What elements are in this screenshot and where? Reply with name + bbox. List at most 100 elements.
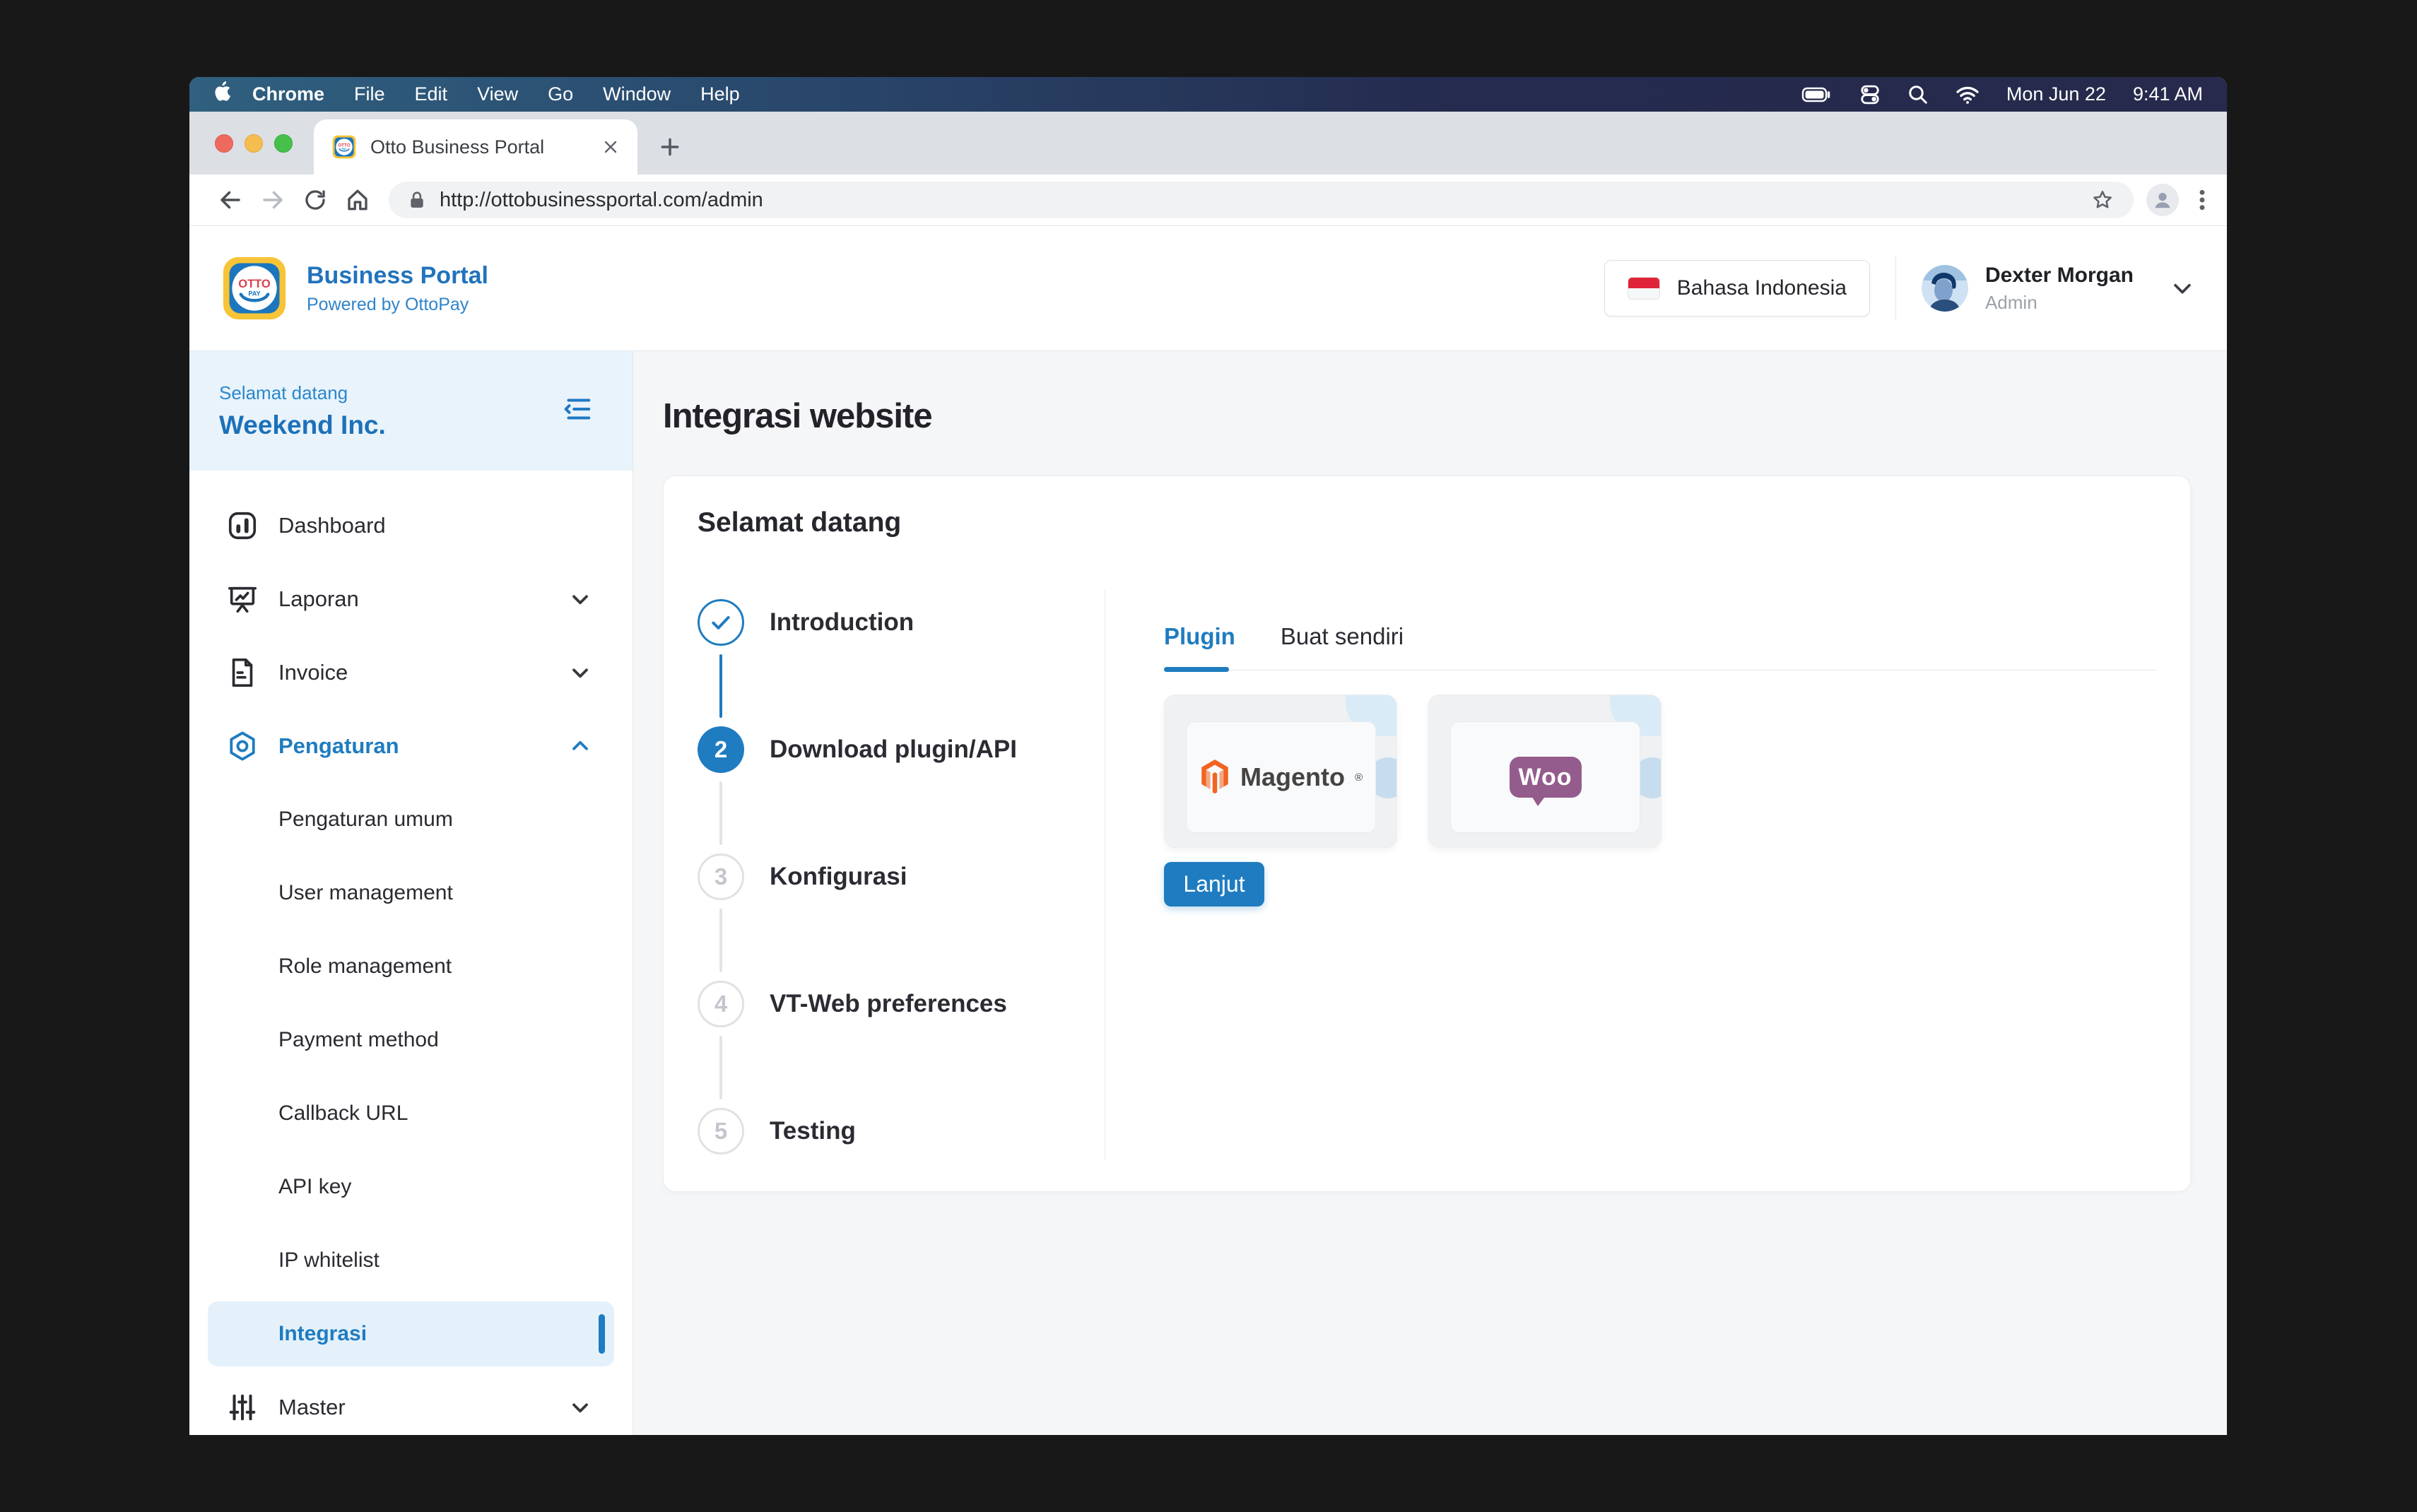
integration-card: Selamat datang Introduction 2 Download p…	[663, 476, 2191, 1192]
woocommerce-logo-text: Woo	[1518, 764, 1572, 791]
tab-close-icon[interactable]	[602, 138, 619, 155]
home-button[interactable]	[336, 179, 379, 221]
menubar-app-name[interactable]: Chrome	[237, 83, 339, 105]
tab-title: Otto Business Portal	[370, 136, 588, 158]
menubar-item-go[interactable]: Go	[533, 83, 588, 105]
page-title: Integrasi website	[663, 396, 2191, 436]
browser-tab[interactable]: OTTOPAY Otto Business Portal	[314, 119, 637, 175]
sidebar-item-invoice[interactable]: Invoice	[189, 636, 633, 709]
step-introduction[interactable]: Introduction	[698, 599, 914, 646]
sidebar-subitem-role-management[interactable]: Role management	[189, 930, 633, 1003]
step-connector	[719, 781, 722, 845]
step-connector	[719, 909, 722, 972]
step-number: 2	[698, 726, 744, 773]
control-center-icon[interactable]	[1859, 84, 1881, 105]
active-indicator	[599, 1314, 605, 1354]
lock-icon[interactable]	[408, 191, 425, 209]
sidebar-subitem-api-key[interactable]: API key	[189, 1150, 633, 1224]
wifi-icon[interactable]	[1956, 85, 1980, 105]
avatar	[1922, 265, 1968, 312]
chevron-up-icon	[568, 733, 593, 759]
sidebar-collapse-icon[interactable]	[560, 393, 593, 429]
invoice-icon	[226, 656, 259, 689]
tab-buat-sendiri[interactable]: Buat sendiri	[1281, 623, 1404, 650]
main-content: Integrasi website Selamat datang Introdu…	[633, 351, 2227, 1435]
indonesia-flag-icon	[1628, 277, 1660, 300]
window-zoom-button[interactable]	[274, 134, 293, 153]
magento-logo-text: Magento	[1240, 762, 1345, 792]
sidebar-item-pengaturan[interactable]: Pengaturan	[189, 709, 633, 783]
sidebar-item-label: Master	[278, 1395, 346, 1420]
header-divider	[1895, 256, 1896, 321]
chevron-down-icon	[568, 1395, 593, 1420]
browser-toolbar: http://ottobusinessportal.com/admin	[189, 175, 2227, 226]
menubar-item-window[interactable]: Window	[588, 83, 686, 105]
tab-plugin[interactable]: Plugin	[1164, 623, 1235, 650]
menubar-item-view[interactable]: View	[462, 83, 533, 105]
dashboard-icon	[226, 509, 259, 542]
user-role: Admin	[1985, 292, 2134, 314]
card-title: Selamat datang	[698, 507, 2156, 538]
back-button[interactable]	[209, 179, 252, 221]
sidebar-subitem-integrasi[interactable]: Integrasi	[208, 1301, 614, 1366]
step-konfigurasi[interactable]: 3 Konfigurasi	[698, 854, 907, 900]
window-close-button[interactable]	[215, 134, 233, 153]
battery-icon[interactable]	[1801, 86, 1833, 103]
sliders-icon	[226, 1391, 259, 1424]
bookmark-star-icon[interactable]	[2091, 189, 2114, 211]
svg-text:PAY: PAY	[248, 290, 260, 297]
step-testing[interactable]: 5 Testing	[698, 1108, 856, 1154]
step-connector	[719, 654, 722, 718]
menubar-item-help[interactable]: Help	[686, 83, 755, 105]
sidebar-subitem-pengaturan-umum[interactable]: Pengaturan umum	[189, 783, 633, 856]
sidebar-item-master[interactable]: Master	[189, 1371, 633, 1435]
subitem-label: Payment method	[278, 1028, 439, 1052]
step-vtweb-preferences[interactable]: 4 VT-Web preferences	[698, 981, 1007, 1027]
new-tab-button[interactable]	[659, 136, 681, 158]
sidebar-item-label: Dashboard	[278, 513, 386, 538]
reload-button[interactable]	[294, 179, 336, 221]
sidebar-welcome-banner: Selamat datang Weekend Inc.	[189, 351, 633, 471]
url-text[interactable]: http://ottobusinessportal.com/admin	[440, 189, 2077, 212]
chevron-down-icon	[568, 660, 593, 685]
subitem-label: Callback URL	[278, 1101, 408, 1126]
sidebar-subitem-user-management[interactable]: User management	[189, 856, 633, 930]
sidebar-item-label: Laporan	[278, 586, 359, 612]
menubar-clock[interactable]: 9:41 AM	[2133, 83, 2203, 105]
mac-screen: Chrome File Edit View Go Window Help Mon…	[189, 77, 2227, 1435]
magento-logo-icon	[1199, 760, 1230, 795]
subitem-label: Pengaturan umum	[278, 808, 453, 832]
menubar-item-file[interactable]: File	[339, 83, 400, 105]
window-minimize-button[interactable]	[245, 134, 263, 153]
sidebar-item-dashboard[interactable]: Dashboard	[189, 489, 633, 562]
step-number: 5	[698, 1108, 744, 1154]
menubar-item-edit[interactable]: Edit	[400, 83, 463, 105]
plugin-card-magento[interactable]: Magento®	[1164, 695, 1397, 848]
browser-profile-icon[interactable]	[2146, 184, 2179, 216]
macos-menubar: Chrome File Edit View Go Window Help Mon…	[189, 77, 2227, 112]
sidebar-item-laporan[interactable]: Laporan	[189, 562, 633, 636]
address-bar[interactable]: http://ottobusinessportal.com/admin	[389, 182, 2134, 218]
spotlight-search-icon[interactable]	[1907, 84, 1929, 105]
portal-header: OTTOPAY Business Portal Powered by OttoP…	[189, 226, 2227, 351]
sidebar-subitem-callback-url[interactable]: Callback URL	[189, 1077, 633, 1150]
language-selector[interactable]: Bahasa Indonesia	[1604, 260, 1870, 317]
user-profile-menu[interactable]: Dexter Morgan Admin	[1922, 264, 2194, 314]
sidebar-subitem-payment-method[interactable]: Payment method	[189, 1003, 633, 1077]
menubar-date[interactable]: Mon Jun 22	[2006, 83, 2106, 105]
step-panel: Plugin Buat sendiri	[1164, 564, 2156, 906]
apple-menu-icon[interactable]	[213, 81, 232, 107]
wizard-steps: Introduction 2 Download plugin/API 3 Kon…	[698, 564, 1105, 1163]
forward-button[interactable]	[252, 179, 294, 221]
step-label: Download plugin/API	[770, 736, 1017, 764]
plugin-card-woocommerce[interactable]: Woo	[1428, 695, 1662, 848]
svg-text:OTTO: OTTO	[238, 278, 271, 290]
step-download-plugin[interactable]: 2 Download plugin/API	[698, 726, 1017, 773]
browser-menu-icon[interactable]	[2197, 189, 2207, 211]
brand-subtitle: Powered by OttoPay	[307, 295, 488, 315]
step-connector	[719, 1036, 722, 1099]
continue-button[interactable]: Lanjut	[1164, 862, 1264, 906]
step-number: 4	[698, 981, 744, 1027]
sidebar-subitem-ip-whitelist[interactable]: IP whitelist	[189, 1224, 633, 1297]
chevron-down-icon[interactable]	[2170, 276, 2194, 300]
